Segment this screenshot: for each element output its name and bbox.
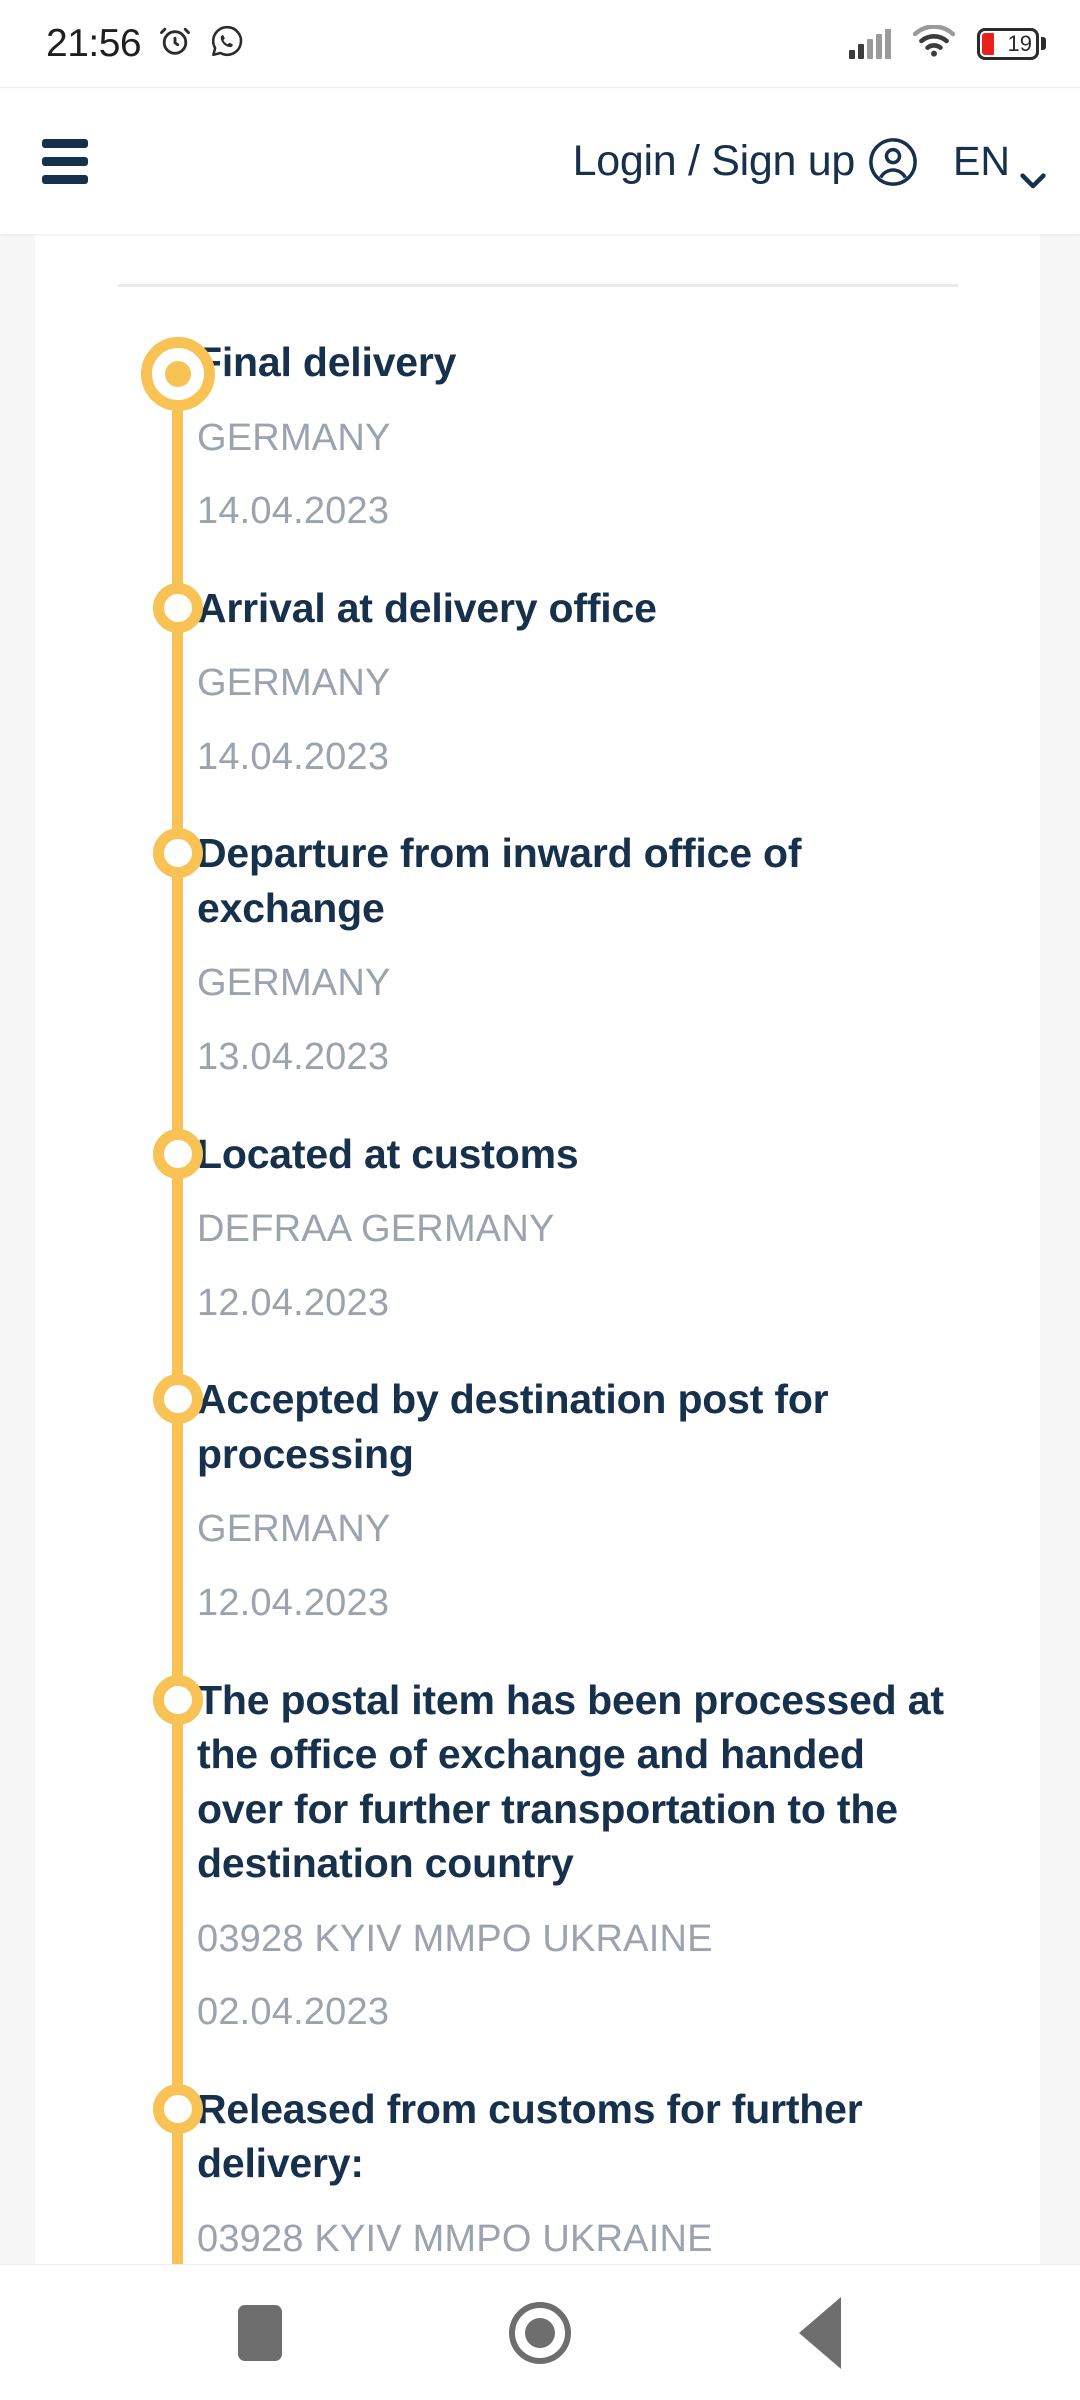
tracking-card: Final delivery GERMANY 14.04.2023 Arrival a… bbox=[35, 234, 1040, 2264]
timeline-event: The postal item has been processed at th… bbox=[35, 1627, 980, 2036]
timeline-event-title: Released from customs for further delive… bbox=[197, 2085, 863, 2187]
timeline-event: Released from customs for further delive… bbox=[35, 2036, 980, 2264]
timeline-event: Arrival at delivery office GERMANY 14.04.2… bbox=[35, 535, 980, 781]
timeline-marker bbox=[153, 828, 203, 879]
timeline-event-date: 12.04.2023 bbox=[197, 1281, 390, 1324]
status-bar-right: 19 bbox=[849, 24, 1046, 62]
timeline-marker bbox=[153, 1128, 203, 1179]
android-nav-bar bbox=[0, 2264, 1080, 2400]
timeline-event-title: The postal item has been processed at th… bbox=[197, 1676, 944, 1887]
timeline-event-location: 03928 KYIV MMPO UKRAINE bbox=[197, 1917, 713, 1960]
timeline-event: Accepted by destination post for process… bbox=[35, 1326, 980, 1626]
timeline-marker-active bbox=[141, 337, 215, 411]
timeline-marker bbox=[153, 1674, 203, 1725]
timeline-event-location: GERMANY bbox=[197, 416, 391, 459]
battery-fill bbox=[982, 32, 994, 55]
hamburger-menu-icon[interactable] bbox=[38, 135, 92, 188]
battery-icon: 19 bbox=[977, 27, 1046, 60]
timeline-event-date: 13.04.2023 bbox=[197, 1036, 390, 1079]
header-actions: Login / Sign up EN bbox=[573, 136, 1046, 188]
signal-icon bbox=[849, 28, 891, 59]
timeline-marker bbox=[153, 582, 203, 633]
timeline-event-location: DEFRAA GERMANY bbox=[197, 1208, 555, 1251]
chevron-down-icon bbox=[1020, 153, 1046, 188]
recents-square-icon[interactable] bbox=[200, 2273, 320, 2393]
status-time: 21:56 bbox=[46, 21, 142, 65]
timeline-event-location: GERMANY bbox=[197, 1508, 391, 1551]
timeline-event-location: GERMANY bbox=[197, 962, 391, 1005]
timeline-event-title: Departure from inward office of exchange bbox=[197, 830, 802, 931]
timeline-event-title: Arrival at delivery office bbox=[197, 584, 657, 631]
timeline-event-date: 14.04.2023 bbox=[197, 735, 390, 778]
timeline-event-title: Accepted by destination post for process… bbox=[197, 1376, 829, 1477]
battery-percent: 19 bbox=[1007, 30, 1032, 56]
timeline-event: Final delivery GERMANY 14.04.2023 bbox=[35, 287, 980, 535]
wifi-icon bbox=[912, 24, 956, 62]
status-bar-left: 21:56 bbox=[46, 22, 245, 66]
login-signup-button[interactable]: Login / Sign up bbox=[573, 136, 919, 188]
app-header: Login / Sign up EN bbox=[0, 89, 1080, 234]
whatsapp-icon bbox=[209, 23, 245, 64]
timeline-event-title: Located at customs bbox=[197, 1130, 579, 1177]
language-selector[interactable]: EN bbox=[953, 138, 1046, 188]
login-signup-label: Login / Sign up bbox=[572, 137, 856, 185]
home-circle-icon[interactable] bbox=[480, 2273, 600, 2393]
alarm-icon bbox=[157, 23, 193, 64]
timeline-event: Located at customs DEFRAA GERMANY 12.04.20… bbox=[35, 1081, 980, 1327]
timeline-event: Departure from inward office of exchange… bbox=[35, 780, 980, 1080]
timeline-event-date: 12.04.2023 bbox=[197, 1581, 390, 1624]
page-body: Final delivery GERMANY 14.04.2023 Arrival a… bbox=[0, 234, 1080, 2264]
status-bar: 21:56 19 bbox=[0, 0, 1080, 88]
timeline-event-location: GERMANY bbox=[197, 662, 391, 705]
timeline-event-location: 03928 KYIV MMPO UKRAINE bbox=[197, 2217, 713, 2260]
timeline-event-date: 02.04.2023 bbox=[197, 1991, 390, 2034]
timeline-marker bbox=[153, 2083, 203, 2134]
timeline-event-title: Final delivery bbox=[197, 339, 457, 385]
timeline-marker bbox=[153, 1374, 203, 1425]
timeline-event-date: 14.04.2023 bbox=[197, 490, 390, 533]
language-label: EN bbox=[953, 138, 1010, 184]
user-account-icon bbox=[867, 136, 919, 188]
tracking-timeline: Final delivery GERMANY 14.04.2023 Arrival a… bbox=[35, 287, 1040, 2264]
back-triangle-icon[interactable] bbox=[760, 2273, 880, 2393]
